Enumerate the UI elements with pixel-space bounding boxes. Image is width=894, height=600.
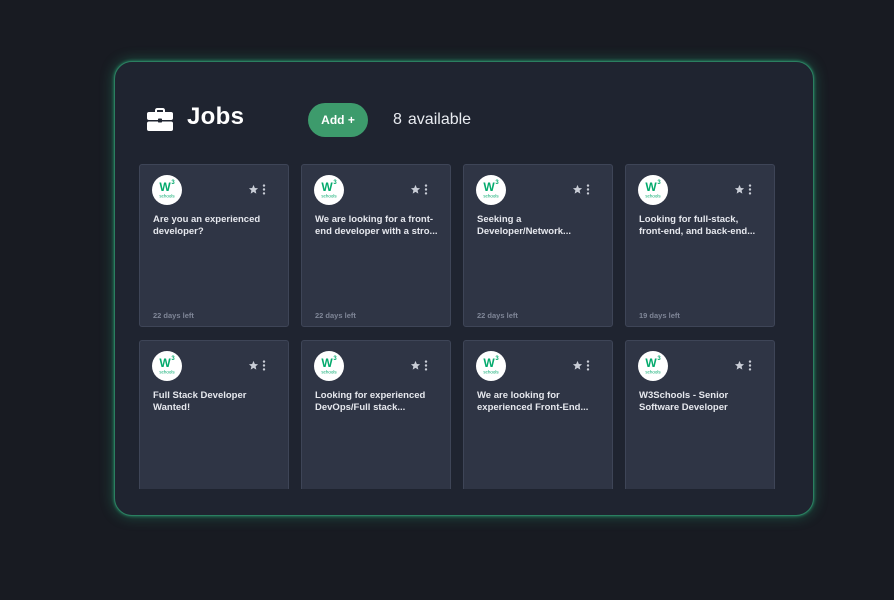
company-logo: W 3 schools [314,175,344,205]
days-left-label: 22 days left [153,311,194,320]
svg-text:W: W [159,356,171,370]
svg-text:3: 3 [333,180,337,186]
job-description: Are you an experienced developer? [153,214,261,237]
star-icon[interactable] [248,184,259,195]
job-card[interactable]: W 3 schools Looking for full-stack, fron… [625,164,775,327]
job-card[interactable]: W 3 schools Are you an experienced devel… [139,164,289,327]
more-options-icon[interactable] [586,184,590,195]
job-description: Seeking a Developer/Network... [477,214,571,237]
job-description: We are looking for experienced Front-End… [477,390,589,413]
job-card[interactable]: W 3 schools We are looking for experienc… [463,340,613,489]
star-icon[interactable] [734,360,745,371]
svg-text:W: W [483,356,495,370]
available-count: 8 available [393,111,471,129]
svg-text:3: 3 [171,180,175,186]
available-count-number: 8 [393,111,402,128]
job-card[interactable]: W 3 schools Seeking a Developer/Network.… [463,164,613,327]
company-logo: W 3 schools [314,351,344,381]
star-icon[interactable] [572,360,583,371]
jobs-header: Jobs Add + 8 available [115,62,813,162]
job-description: We are looking for a front-end developer… [315,214,438,237]
job-card-grid: W 3 schools Are you an experienced devel… [139,164,779,489]
svg-text:3: 3 [333,356,337,362]
svg-text:W: W [645,356,657,370]
svg-text:W: W [321,180,333,194]
company-logo: W 3 schools [152,175,182,205]
company-logo: W 3 schools [476,351,506,381]
job-description: Looking for experienced DevOps/Full stac… [315,390,426,413]
job-description: Full Stack Developer Wanted! [153,390,247,413]
svg-text:schools: schools [321,194,337,199]
company-logo: W 3 schools [638,175,668,205]
svg-text:W: W [645,180,657,194]
job-description: W3Schools - Senior Software Developer [639,390,729,413]
star-icon[interactable] [248,360,259,371]
briefcase-icon [147,108,173,131]
more-options-icon[interactable] [748,360,752,371]
svg-text:schools: schools [645,370,661,375]
days-left-label: 22 days left [477,311,518,320]
job-card[interactable]: W 3 schools Looking for experienced DevO… [301,340,451,489]
company-logo: W 3 schools [476,175,506,205]
svg-text:W: W [483,180,495,194]
svg-text:schools: schools [645,194,661,199]
company-logo: W 3 schools [638,351,668,381]
page-title: Jobs [187,103,245,130]
svg-text:schools: schools [321,370,337,375]
add-job-button[interactable]: Add + [308,103,368,137]
more-options-icon[interactable] [586,360,590,371]
svg-text:3: 3 [495,180,499,186]
star-icon[interactable] [572,184,583,195]
job-card[interactable]: W 3 schools W3Schools - Senior Software … [625,340,775,489]
svg-text:W: W [321,356,333,370]
jobs-panel: Jobs Add + 8 available W 3 schools Are yo… [114,61,814,516]
company-logo: W 3 schools [152,351,182,381]
svg-text:schools: schools [159,370,175,375]
job-card[interactable]: W 3 schools We are looking for a front-e… [301,164,451,327]
star-icon[interactable] [410,184,421,195]
more-options-icon[interactable] [262,184,266,195]
svg-text:schools: schools [483,370,499,375]
svg-text:schools: schools [159,194,175,199]
svg-text:3: 3 [495,356,499,362]
svg-text:3: 3 [657,356,661,362]
svg-text:3: 3 [171,356,175,362]
more-options-icon[interactable] [424,184,428,195]
days-left-label: 22 days left [315,311,356,320]
days-left-label: 19 days left [639,311,680,320]
star-icon[interactable] [410,360,421,371]
svg-text:schools: schools [483,194,499,199]
job-card[interactable]: W 3 schools Full Stack Developer Wanted! [139,340,289,489]
job-description: Looking for full-stack, front-end, and b… [639,214,756,237]
available-count-label: available [407,111,472,128]
star-icon[interactable] [734,184,745,195]
svg-text:3: 3 [657,180,661,186]
more-options-icon[interactable] [262,360,266,371]
more-options-icon[interactable] [424,360,428,371]
more-options-icon[interactable] [748,184,752,195]
svg-text:W: W [159,180,171,194]
